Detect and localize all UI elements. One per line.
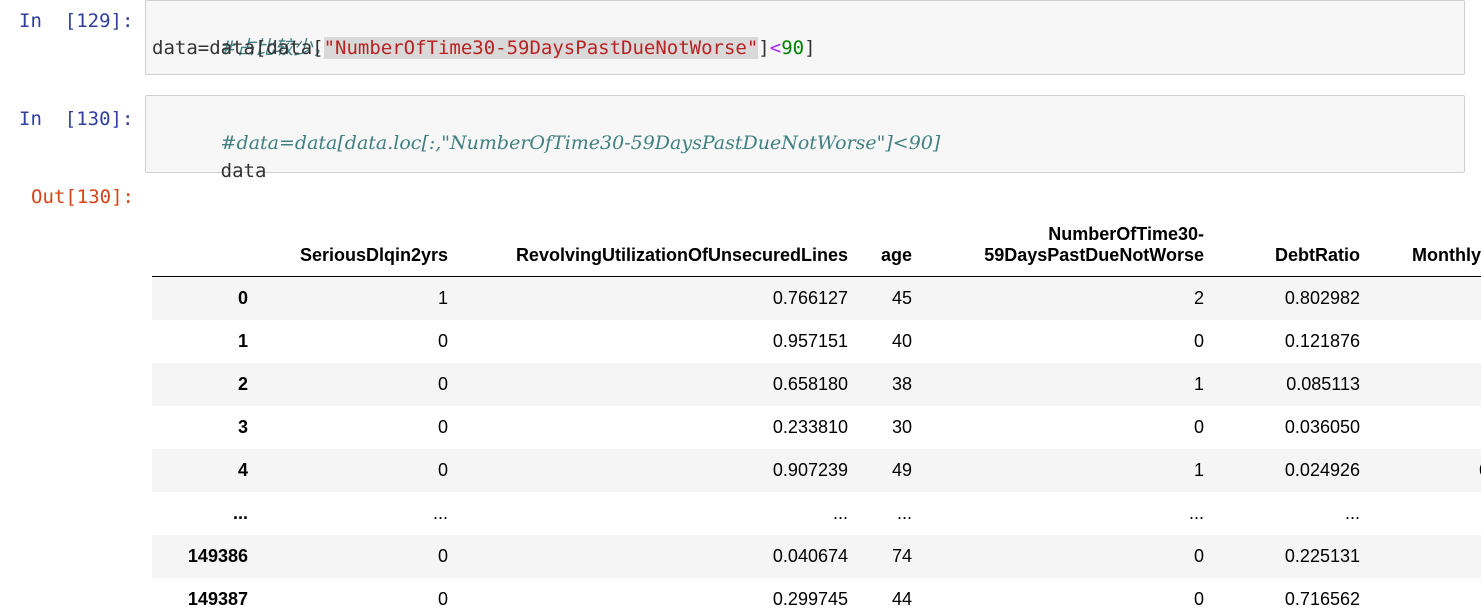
column-header: RevolvingUtilizationOfUnsecuredLines [458,208,858,277]
table-cell: 1 [1193,459,1204,480]
table-cell: 0 [437,373,448,394]
table-cell: 0.225131 [1284,545,1360,566]
table-cell: ... [1188,502,1204,523]
table-cell: 0.121876 [1284,330,1360,351]
table-cell: 0.036050 [1284,416,1360,437]
table-cell: 0 [1193,416,1204,437]
code-cell-130[interactable]: #data=data[data.loc[:,"NumberOfTime30-59… [145,95,1465,182]
table-row: 1 0 0.957151 40 0 0.121876 2600.0 [152,320,1481,363]
table-cell: ... [896,502,912,523]
code-text: data=data[data[ [152,37,324,59]
table-cell: 38 [891,373,912,394]
table-cell: 40 [891,330,912,351]
table-row: 149386 0 0.040674 74 0 0.225131 2100.0 [152,534,1481,578]
table-cell: 3300.0 [1370,406,1481,449]
table-cell: 0 [437,545,448,566]
row-index: 2 [237,373,248,394]
table-cell: 1 [1193,373,1204,394]
dataframe-table: SeriousDlqin2yrs RevolvingUtilizationOfUn… [152,208,1481,613]
code-text: data [220,160,267,182]
row-index: 149386 [187,545,248,566]
table-cell: 2 [1193,287,1204,308]
table-cell: 0.085113 [1286,373,1360,394]
table-cell: 45 [891,287,912,308]
table-cell: 0.716562 [1284,588,1360,609]
table-row: 0 1 0.766127 45 2 0.802982 9120.0 [152,276,1481,320]
table-cell: ... [1344,502,1360,523]
column-header: NumberOfTime30- 59DaysPastDueNotWorse [922,208,1214,277]
table-row: ..................... [152,492,1481,535]
row-index: 0 [237,287,248,308]
table-cell: ... [832,502,848,523]
table-cell: 9120.0 [1370,277,1481,320]
code-number: 90 [781,37,805,59]
table-header-row: SeriousDlqin2yrs RevolvingUtilizationOfUn… [152,208,1481,277]
column-header: SeriousDlqin2yrs [258,208,458,277]
column-header: age [858,208,922,277]
table-cell: 0 [437,459,448,480]
code-comment: #data=data[data.loc[:,"NumberOfTime30-59… [220,132,941,154]
code-text: ] [758,37,770,59]
table-cell: 0.957151 [772,330,848,351]
code-text: ] [804,37,816,59]
row-index: 4 [237,459,248,480]
table-cell: 0.766127 [772,287,848,308]
table-cell: 0 [1193,588,1204,609]
table-cell: 44 [891,588,912,609]
table-cell: 63588.0 [1370,449,1481,492]
table-row: 149387 0 0.299745 44 0 0.716562 5584.0 [152,578,1481,613]
table-cell: 0.024926 [1284,459,1360,480]
table-cell: 0.802982 [1284,287,1360,308]
table-cell: ... [432,502,448,523]
column-header: MonthlyIncome [1370,208,1481,277]
table-cell: 0 [437,330,448,351]
table-cell: 0.040674 [772,545,848,566]
table-cell: 1 [437,287,448,308]
table-cell: 5584.0 [1370,578,1481,613]
table-cell: 0.658180 [772,373,848,394]
column-header [152,208,258,277]
table-row: 300.2338103000.0360503300.0 [152,406,1481,449]
table-body: 010.7661274520.8029829120.0100.957151400… [152,276,1481,613]
table-row: 4 0 0.907239 49 1 0.024926 63588.0 [152,448,1481,492]
code-line: data=data[data["NumberOfTime30-59DaysPas… [152,34,1458,62]
output-prompt-130: Out[130]: [31,186,134,208]
table-cell: ... [1370,492,1481,535]
code-line: #占比较少，直接删除 [152,6,1458,59]
table-cell: 0 [1193,545,1204,566]
table-cell: 0 [437,416,448,437]
code-line: #data=data[data.loc[:,"NumberOfTime30-59… [152,101,1458,154]
table-cell: 0 [437,588,448,609]
table-cell: 49 [891,459,912,480]
code-cell-129[interactable]: #占比较少，直接删除 data=data[data["NumberOfTime3… [145,0,1465,75]
table-cell: 0.907239 [772,459,848,480]
code-operator: < [769,37,782,59]
table-cell: 0 [1193,330,1204,351]
table-cell: 3042.0 [1370,363,1481,406]
table-row: 2 0 0.658180 38 1 0.085113 3042.0 [152,362,1481,406]
input-prompt-130: In [130]: [19,108,134,130]
notebook: In [129]: #占比较少，直接删除 data=data[data["Num… [0,0,1481,613]
table-cell: 74 [891,545,912,566]
table-cell: 2100.0 [1370,535,1481,578]
table-cell: 0.233810 [772,416,848,437]
input-prompt-129: In [129]: [19,10,134,32]
column-header: DebtRatio [1214,208,1370,277]
row-index: 3 [237,416,248,437]
table-cell: 0.299745 [772,588,848,609]
table-cell: 2600.0 [1370,320,1481,363]
row-index: 149387 [187,588,248,609]
row-index: ... [232,502,248,523]
row-index: 1 [237,330,248,351]
code-string: "NumberOfTime30-59DaysPastDueNotWorse" [323,37,759,59]
table-cell: 30 [891,416,912,437]
